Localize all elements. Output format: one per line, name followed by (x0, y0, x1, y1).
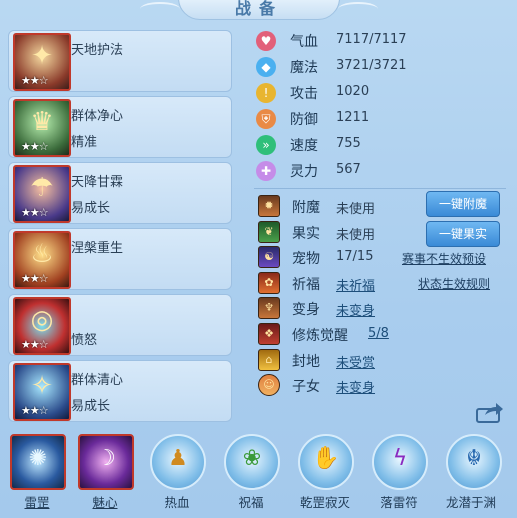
stat-row: ǃ 攻击 1020 (254, 80, 504, 106)
spirit-figure-icon: ✧ ★★☆ (13, 363, 71, 421)
one-click-fruit-button[interactable]: 一键果实 (426, 221, 500, 247)
fire-ring-icon: ◎ ★★☆ (13, 297, 71, 355)
panel-title: 战备 (234, 0, 283, 18)
status-row: ☺ 子女 未变身 (256, 372, 506, 398)
pet-icon: ☯ (258, 246, 280, 269)
skill-list: ✦ ★★☆ 天地护法 ♛ ★★☆ 群体净心 精准 ☂ ★★☆ 天降甘霖 易成长 ♨ ★★… (8, 30, 232, 426)
status-row: ♆ 变身 未变身 (256, 295, 506, 321)
dragon-icon[interactable]: ☬ (446, 434, 502, 490)
preset-link[interactable]: 赛事不生效预设 (402, 250, 486, 267)
thunder-talisman-icon[interactable]: ϟ (372, 434, 428, 490)
status-row: ⌂ 封地 未受赏 (256, 347, 506, 373)
skill-trait: 易成长 (71, 399, 111, 414)
hot-blood-icon[interactable]: ♟ (150, 434, 206, 490)
one-click-enchant-button[interactable]: 一键附魔 (426, 191, 500, 217)
skill-bar: ✺ 雷罡 ☽ 魅心 ♟ 热血 ❀ 祝福 ✋ 乾罡寂灭 ϟ 落雷符 ☬ 龙潜于渊 (0, 428, 517, 518)
skill-name: 群体清心 (71, 373, 124, 388)
skill-card[interactable]: ☂ ★★☆ 天降甘霖 易成长 (8, 162, 232, 224)
attribute-list: ♥ 气血 7117/7117 ◆ 魔法 3721/3721 ǃ 攻击 1020 ⛨ 防御 121… (254, 28, 504, 184)
green-crown-icon: ♛ ★★☆ (13, 99, 71, 157)
stat-row: ♥ 气血 7117/7117 (254, 28, 504, 54)
stat-row: » 速度 755 (254, 132, 504, 158)
section-divider (254, 188, 506, 189)
rain-figure-icon: ☂ ★★☆ (13, 165, 71, 223)
skill-name: 天降甘霖 (71, 175, 124, 190)
charm-icon[interactable]: ☽ (78, 434, 134, 490)
attack-icon: ǃ (256, 83, 276, 103)
share-icon[interactable] (476, 401, 504, 423)
blessing-icon: ✿ (258, 271, 280, 294)
skill-card[interactable]: ✦ ★★☆ 天地护法 (8, 30, 232, 92)
skill-name: 涅槃重生 (71, 241, 124, 256)
skill-trait: 精准 (71, 135, 98, 150)
spirit-icon: ✚ (256, 161, 276, 181)
defense-icon: ⛨ (256, 109, 276, 129)
skill-card[interactable]: ✧ ★★☆ 群体清心 易成长 (8, 360, 232, 422)
stat-row: ◆ 魔法 3721/3721 (254, 54, 504, 80)
bless-icon[interactable]: ❀ (224, 434, 280, 490)
skill-card[interactable]: ♛ ★★☆ 群体净心 精准 (8, 96, 232, 158)
battle-prep-panel: 战备 ✦ ★★☆ 天地护法 ♛ ★★☆ 群体净心 精准 ☂ ★★☆ 天降甘霖 易成长 … (0, 0, 517, 518)
skill-name: 天地护法 (71, 43, 124, 58)
annihilate-icon[interactable]: ✋ (298, 434, 354, 490)
fruit-icon: ❦ (258, 220, 280, 243)
skill-card[interactable]: ♨ ★★☆ 涅槃重生 (8, 228, 232, 290)
enchant-icon: ✹ (258, 195, 280, 217)
golden-shield-icon: ✦ ★★☆ (13, 33, 71, 91)
fief-icon: ⌂ (258, 348, 280, 371)
title-ornament-left (140, 2, 180, 16)
cultivation-icon: ❖ (258, 322, 280, 345)
title-banner: 战备 (178, 0, 340, 20)
status-row: ❖ 修炼觉醒 5/8 (256, 321, 506, 347)
status-rules-link[interactable]: 状态生效规则 (418, 275, 490, 292)
heart-icon: ♥ (256, 31, 276, 51)
phoenix-icon: ♨ ★★☆ (13, 231, 71, 289)
skill-trait: 愤怒 (71, 333, 98, 348)
stat-row: ✚ 灵力 567 (254, 158, 504, 184)
stat-row: ⛨ 防御 1211 (254, 106, 504, 132)
skill-card[interactable]: ◎ ★★☆ 愤怒 (8, 294, 232, 356)
skill-trait: 易成长 (71, 201, 111, 216)
speed-icon: » (256, 135, 276, 155)
title-ornament-right (338, 2, 378, 16)
children-icon: ☺ (258, 374, 280, 397)
mana-icon: ◆ (256, 57, 276, 77)
thunder-orb-icon[interactable]: ✺ (10, 434, 66, 490)
transform-icon: ♆ (258, 297, 280, 320)
skill-name: 群体净心 (71, 109, 124, 124)
